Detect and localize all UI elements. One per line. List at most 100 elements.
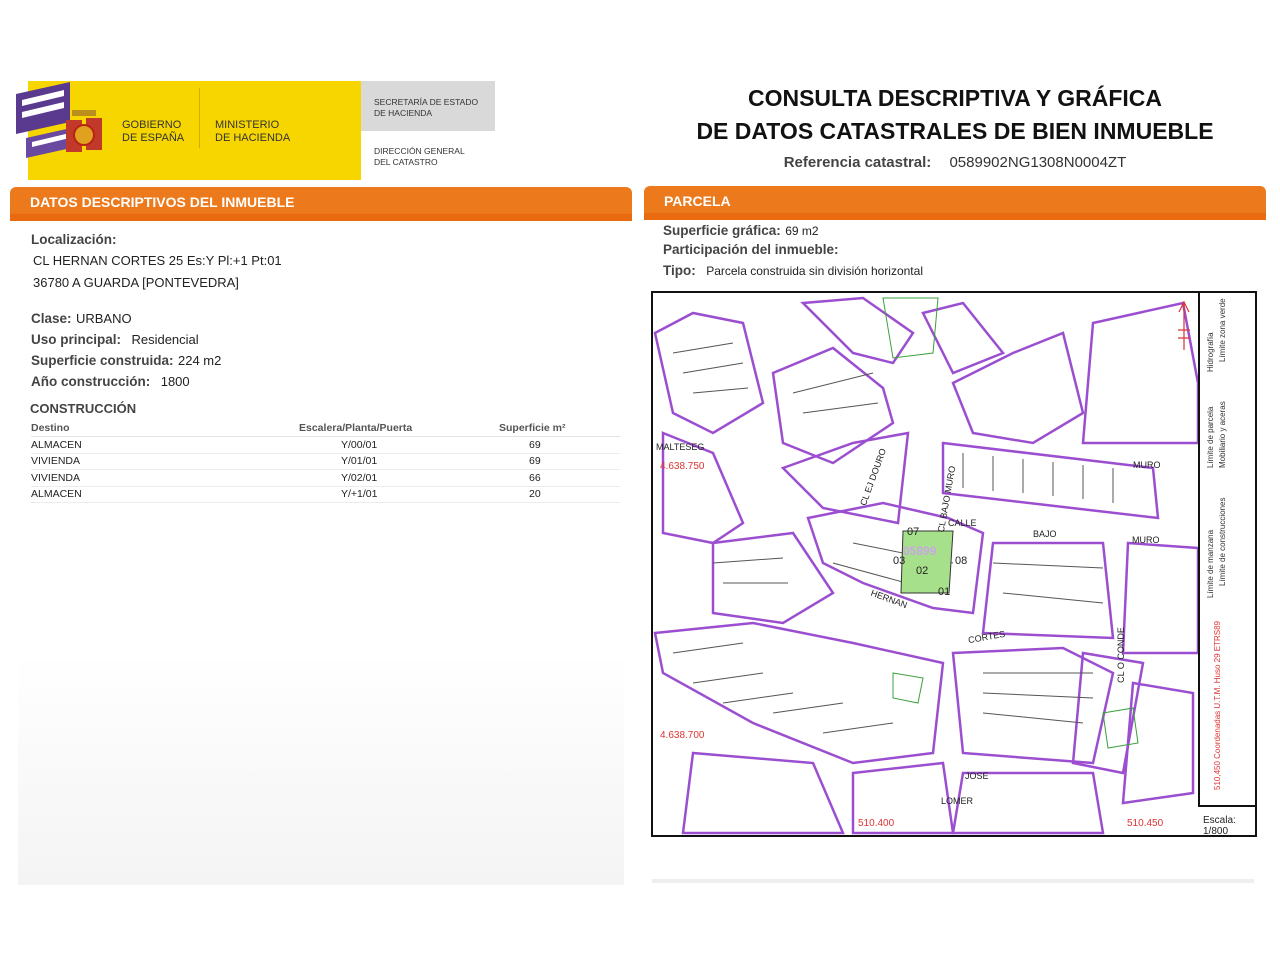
clase-value: URBANO — [75, 311, 132, 326]
legend-limite-parcela: Límite de parcela — [1206, 406, 1215, 468]
superficie-label: Superficie construida: — [31, 353, 174, 368]
legend-bottom-line — [1198, 805, 1255, 807]
map-drawing — [653, 296, 1198, 835]
section-bar-datos: DATOS DESCRIPTIVOS DEL INMUEBLE — [10, 187, 632, 217]
legend-coordenadas: 510,450 Coordenadas U.T.M. Huso 29 ETRS8… — [1213, 621, 1222, 790]
table-row: ALMACEN Y/+1/01 20 — [31, 486, 620, 503]
legend-zona-verde: Límite zona verde — [1218, 298, 1227, 362]
coord-y-1: 4.638.750 — [660, 461, 705, 472]
map-label-malteseg: MALTESEG — [656, 442, 705, 452]
clase-label: Clase: — [31, 311, 72, 326]
coord-x-2: 510.450 — [1127, 818, 1164, 829]
table-row: VIVIENDA Y/01/01 69 — [31, 453, 620, 470]
north-arrow-icon — [1178, 300, 1190, 350]
legend-limite-construcciones: Límite de construcciones — [1218, 497, 1227, 587]
clase-row: Clase: URBANO — [31, 310, 132, 328]
direccion-name: DIRECCIÓN GENERAL DEL CATASTRO — [374, 146, 465, 168]
construccion-table: Destino Escalera/Planta/Puerta Superfici… — [31, 420, 620, 503]
coord-x-1: 510.400 — [858, 818, 895, 829]
address-line-2: 36780 A GUARDA [PONTEVEDRA] — [33, 275, 239, 290]
bottom-divider — [652, 879, 1254, 883]
col-destino: Destino — [31, 420, 299, 437]
tipo-row: Tipo: Parcela construida sin división ho… — [663, 262, 923, 280]
section-bar-parcela-underline — [644, 213, 1266, 220]
secretaria-line-2: DE HACIENDA — [374, 108, 433, 118]
escala-block: Escala: 1/800 — [1203, 815, 1236, 837]
anio-label: Año construcción: — [31, 374, 151, 389]
parcel-code-01: 01 — [938, 586, 951, 598]
map-label-muro: MURO — [1132, 535, 1160, 545]
ref-value: 0589902NG1308N0004ZT — [949, 154, 1127, 171]
ministry-line-1: MINISTERIO — [215, 119, 280, 131]
anio-row: Año construcción: 1800 — [31, 373, 190, 391]
direccion-line-2: DEL CATASTRO — [374, 157, 438, 167]
map-label-calle: CALLE — [948, 518, 977, 528]
sup-grafica-value: 69 m2 — [785, 224, 819, 238]
secretaria-line-1: SECRETARÍA DE ESTADO — [374, 97, 479, 107]
map-label-bajo: BAJO — [1033, 529, 1057, 539]
tipo-label: Tipo: — [663, 263, 696, 278]
cell-superficie: 20 — [499, 486, 620, 503]
ref-label: Referencia catastral: — [783, 154, 932, 171]
gov-line-2: DE ESPAÑA — [122, 132, 185, 144]
uso-label: Uso principal: — [31, 332, 122, 347]
tipo-value: Parcela construida sin división horizont… — [706, 264, 923, 278]
legend-hidrografia: Hidrografía — [1206, 332, 1215, 372]
col-escalera: Escalera/Planta/Puerta — [299, 420, 499, 437]
cell-destino: ALMACEN — [31, 486, 299, 503]
address-line-1: CL HERNAN CORTES 25 Es:Y Pl:+1 Pt:01 — [33, 253, 282, 268]
col-superficie: Superficie m² — [499, 420, 620, 437]
cell-destino: ALMACEN — [31, 436, 299, 454]
map-label-lomer: LOMER — [941, 796, 974, 806]
superficie-value: 224 m2 — [177, 353, 222, 368]
coord-y-2: 4.638.700 — [660, 730, 705, 741]
sup-grafica-row: Superficie gráfica: 69 m2 — [663, 222, 819, 240]
section-title-parcela: PARCELA — [664, 193, 731, 209]
uso-row: Uso principal: Residencial — [31, 331, 199, 349]
construccion-title: CONSTRUCCIÓN — [30, 401, 137, 416]
ministry-line-2: DE HACIENDA — [215, 132, 291, 144]
cell-destino: VIVIENDA — [31, 469, 299, 487]
highlighted-parcel — [900, 530, 954, 594]
parcel-code-02: 02 — [916, 565, 929, 577]
section-title-datos: DATOS DESCRIPTIVOS DEL INMUEBLE — [30, 194, 295, 210]
referencia-catastral: Referencia catastral: 0589902NG1308N0004… — [640, 154, 1270, 171]
cell-superficie: 69 — [499, 453, 620, 470]
coat-of-arms-logo — [16, 82, 102, 158]
direccion-line-1: DIRECCIÓN GENERAL — [374, 146, 465, 156]
cell-superficie: 69 — [499, 436, 620, 454]
ministry-name: MINISTERIO DE HACIENDA — [215, 119, 290, 145]
map-label-conde: CL O CONDE — [1115, 627, 1126, 683]
uso-value: Residencial — [131, 332, 199, 347]
legend-mobiliario: Mobiliario y aceras — [1218, 401, 1227, 468]
page-title-line-2: DE DATOS CATASTRALES DE BIEN INMUEBLE — [696, 118, 1214, 144]
gov-name: GOBIERNO DE ESPAÑA — [122, 119, 184, 145]
section-bar-datos-underline — [10, 214, 632, 221]
escala-value: 1/800 — [1203, 826, 1229, 837]
sup-grafica-label: Superficie gráfica: — [663, 223, 781, 238]
localizacion-label: Localización: — [31, 232, 117, 247]
logo-separator — [199, 88, 200, 148]
legend-limite-manzana: Límite de manzana — [1206, 529, 1215, 598]
escala-label: Escala: — [1203, 815, 1236, 826]
cell-escalera: Y/+1/01 — [299, 486, 499, 503]
parcel-code-08: 08 — [955, 555, 968, 567]
table-header-row: Destino Escalera/Planta/Puerta Superfici… — [31, 420, 620, 437]
parcel-code-07: 07 — [907, 526, 920, 538]
participacion-label: Participación del inmueble: — [663, 242, 839, 257]
section-bar-parcela: PARCELA — [644, 186, 1266, 216]
table-row: VIVIENDA Y/02/01 66 — [31, 469, 620, 487]
gov-line-1: GOBIERNO — [122, 119, 182, 131]
anio-value: 1800 — [160, 374, 190, 389]
page-title-line-1: CONSULTA DESCRIPTIVA Y GRÁFICA — [747, 85, 1163, 111]
table-row: ALMACEN Y/00/01 69 — [31, 436, 620, 454]
map-label-jose: JOSE — [965, 771, 989, 781]
cell-superficie: 66 — [499, 469, 620, 487]
cell-escalera: Y/02/01 — [299, 469, 499, 487]
parcel-ref-label: 05899 — [903, 544, 937, 558]
cell-escalera: Y/01/01 — [299, 453, 499, 470]
secretaria-name: SECRETARÍA DE ESTADO DE HACIENDA — [374, 97, 478, 119]
cell-destino: VIVIENDA — [31, 453, 299, 470]
cell-escalera: Y/00/01 — [299, 436, 499, 454]
superficie-row: Superficie construida: 224 m2 — [31, 352, 221, 370]
